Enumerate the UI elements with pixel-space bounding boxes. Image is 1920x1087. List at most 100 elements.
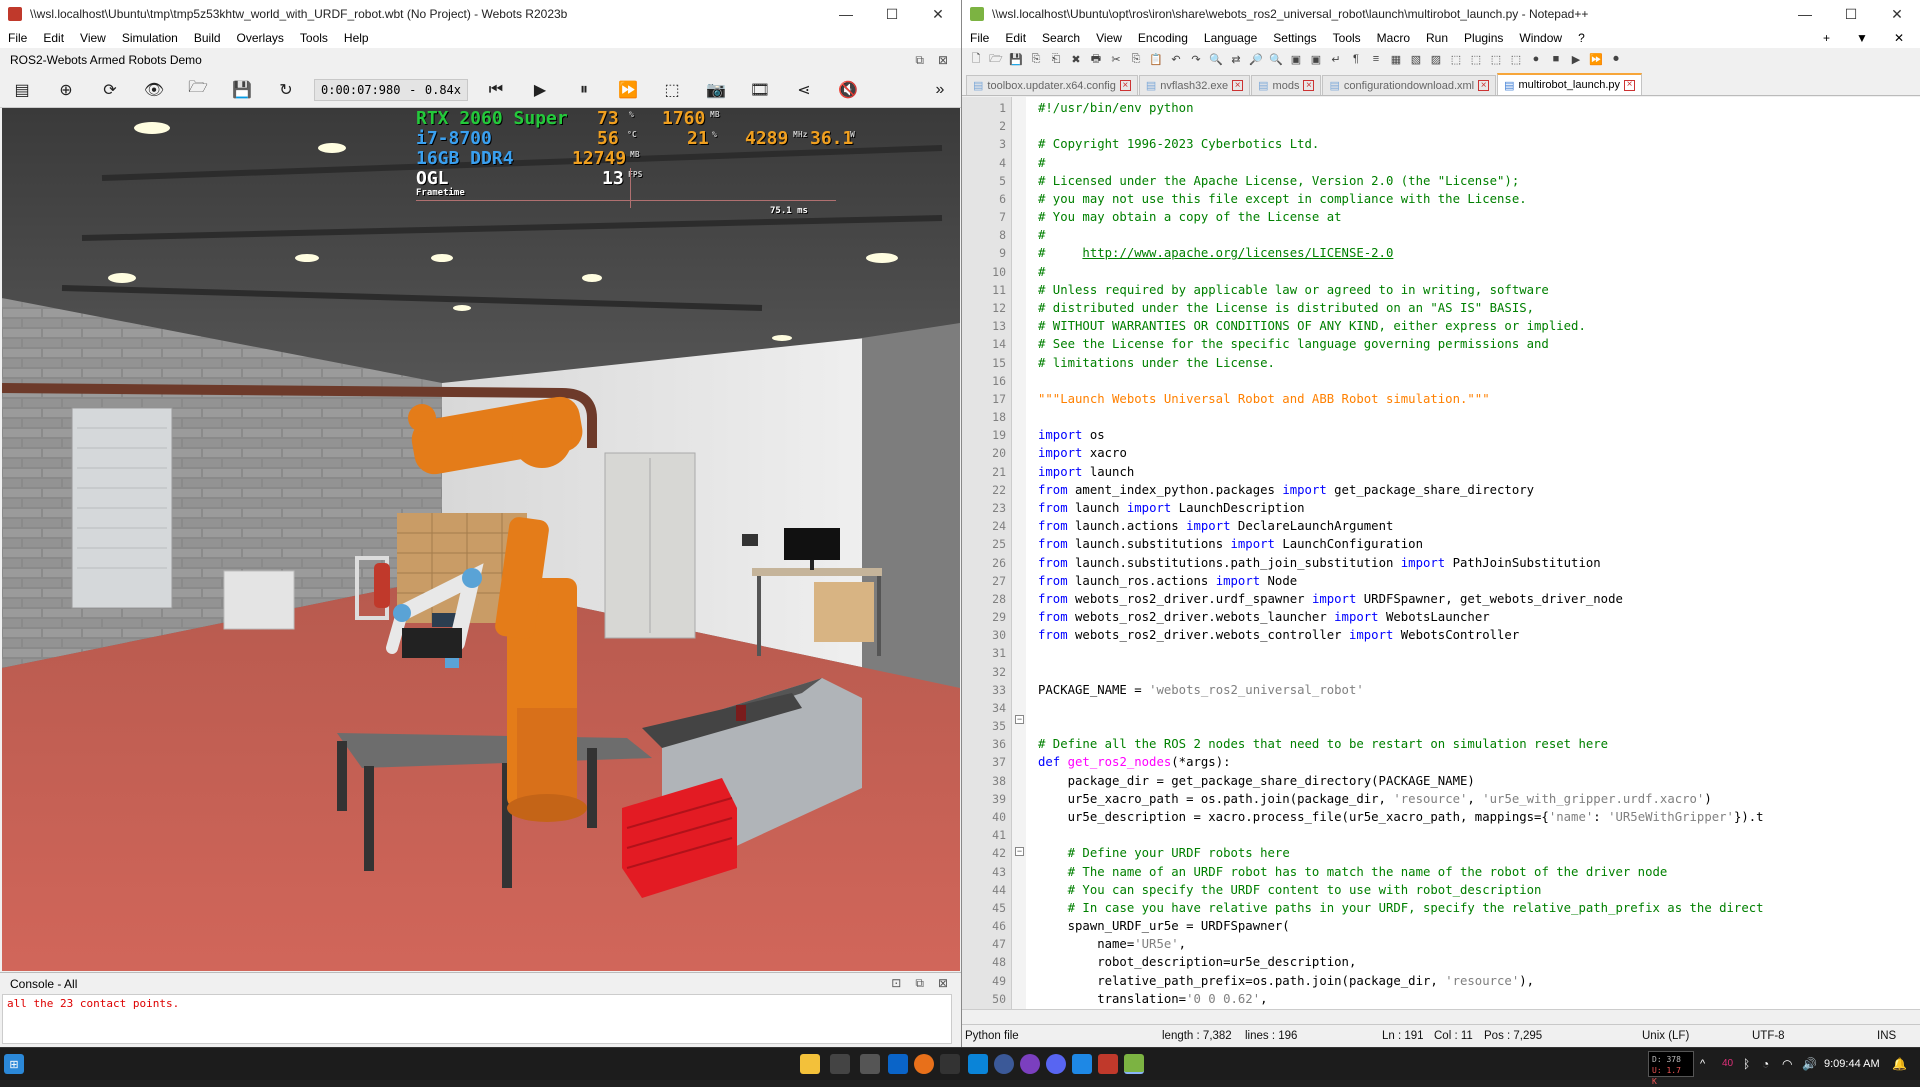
npp-menu-run[interactable]: Run xyxy=(1418,31,1456,45)
webots-menu-view[interactable]: View xyxy=(72,31,114,45)
npp-toolbar-icon[interactable]: 🔍 xyxy=(1268,51,1284,67)
notification-bell-icon[interactable]: 🔔 xyxy=(1892,1057,1907,1071)
console-output[interactable]: all the 23 contact points. xyxy=(2,994,952,1044)
npp-menu-tools[interactable]: Tools xyxy=(1325,31,1369,45)
webots-menu-build[interactable]: Build xyxy=(186,31,229,45)
npp-toolbar-icon[interactable]: ⏺ xyxy=(1608,51,1624,67)
npp-menu-plugins[interactable]: Plugins xyxy=(1456,31,1511,45)
close-panel-icon[interactable]: ⊠ xyxy=(938,53,948,68)
horizontal-scrollbar[interactable] xyxy=(962,1009,1920,1023)
npp-toolbar-icon[interactable]: 🔍 xyxy=(1208,51,1224,67)
maximize-icon[interactable]: ☐ xyxy=(869,0,915,28)
tab-close-icon[interactable]: × xyxy=(1303,80,1315,91)
file-explorer-icon[interactable] xyxy=(800,1054,820,1074)
tab-configurationdownload-xml[interactable]: ▤ configurationdownload.xml × xyxy=(1322,75,1497,95)
console-close-icon[interactable]: ⊠ xyxy=(938,976,948,991)
start-icon[interactable]: ⊞ xyxy=(4,1054,24,1074)
webots-menu-help[interactable]: Help xyxy=(336,31,377,45)
reset-simulation-icon[interactable]: ↻ xyxy=(274,78,298,102)
tab-multirobot-launch-py[interactable]: ▤ multirobot_launch.py × xyxy=(1497,73,1643,95)
npp-menu-right-control[interactable]: + xyxy=(1815,31,1838,45)
npp-toolbar-icon[interactable]: ■ xyxy=(1548,51,1564,67)
outlook-icon[interactable] xyxy=(968,1054,988,1074)
npp-toolbar-icon[interactable]: ⇄ xyxy=(1228,51,1244,67)
npp-toolbar-icon[interactable]: ⏩ xyxy=(1588,51,1604,67)
scene-tree-toggle-icon[interactable]: ▤ xyxy=(10,78,34,102)
npp-menu--[interactable]: ? xyxy=(1570,31,1593,45)
close-icon[interactable]: ✕ xyxy=(1874,0,1920,28)
view-eye-icon[interactable]: 👁 xyxy=(142,78,166,102)
webots-menu-file[interactable]: File xyxy=(0,31,35,45)
fold-toggle-icon[interactable]: − xyxy=(1015,847,1024,856)
npp-toolbar-icon[interactable]: 🗋 xyxy=(968,51,984,67)
tab-close-icon[interactable]: × xyxy=(1232,80,1244,91)
twitch-icon[interactable] xyxy=(1020,1054,1040,1074)
minimize-icon[interactable]: — xyxy=(1782,0,1828,28)
tab-mods[interactable]: ▤ mods × xyxy=(1251,75,1322,95)
npp-toolbar-icon[interactable]: ⬚ xyxy=(1488,51,1504,67)
mail-icon[interactable] xyxy=(888,1054,908,1074)
render-toggle-icon[interactable]: ⬚ xyxy=(660,78,684,102)
webots-menu-simulation[interactable]: Simulation xyxy=(114,31,186,45)
tab-toolbox-updater-x64-config[interactable]: ▤ toolbox.updater.x64.config × xyxy=(966,75,1138,95)
screenshot-icon[interactable]: 📷 xyxy=(704,78,728,102)
notepadpp-taskbar-icon[interactable] xyxy=(1124,1054,1144,1074)
npp-toolbar-icon[interactable]: ↷ xyxy=(1188,51,1204,67)
taskbar-clock[interactable]: 9:09:44 AM xyxy=(1824,1058,1880,1070)
fast-forward-icon[interactable]: ⏩ xyxy=(616,78,640,102)
npp-menu-macro[interactable]: Macro xyxy=(1369,31,1418,45)
npp-toolbar-icon[interactable]: ▦ xyxy=(1388,51,1404,67)
record-movie-icon[interactable]: 🎞 xyxy=(748,78,772,102)
npp-toolbar-icon[interactable]: 📋 xyxy=(1148,51,1164,67)
npp-toolbar-icon[interactable]: ↶ xyxy=(1168,51,1184,67)
pause-icon[interactable]: ⏸ xyxy=(572,78,596,102)
npp-toolbar-icon[interactable]: ↵ xyxy=(1328,51,1344,67)
fold-toggle-icon[interactable]: − xyxy=(1015,715,1024,724)
webots-taskbar-icon[interactable] xyxy=(1098,1054,1118,1074)
npp-toolbar-icon[interactable]: 💾 xyxy=(1008,51,1024,67)
npp-toolbar-icon[interactable]: ▨ xyxy=(1428,51,1444,67)
save-world-icon[interactable]: 💾 xyxy=(230,78,254,102)
play-icon[interactable]: ▶ xyxy=(528,78,552,102)
app-icon[interactable] xyxy=(860,1054,880,1074)
app-icon-2[interactable] xyxy=(994,1054,1014,1074)
tab-close-icon[interactable]: × xyxy=(1119,80,1131,91)
step-back-icon[interactable]: ⏮ xyxy=(484,78,508,102)
add-node-icon[interactable]: ⊕ xyxy=(54,78,78,102)
toolbar-overflow-icon[interactable]: » xyxy=(928,78,952,102)
phone-link-icon[interactable] xyxy=(1072,1054,1092,1074)
npp-menu-right-control[interactable]: ✕ xyxy=(1886,31,1912,45)
discord-icon[interactable] xyxy=(1046,1054,1066,1074)
npp-toolbar-icon[interactable]: ▣ xyxy=(1288,51,1304,67)
npp-titlebar[interactable]: \\wsl.localhost\Ubuntu\opt\ros\iron\shar… xyxy=(962,0,1920,28)
tab-nvflash32-exe[interactable]: ▤ nvflash32.exe × xyxy=(1138,75,1251,95)
npp-menu-right-control[interactable]: ▼ xyxy=(1848,31,1876,45)
npp-toolbar-icon[interactable]: ▶ xyxy=(1568,51,1584,67)
webots-menu-tools[interactable]: Tools xyxy=(292,31,336,45)
npp-toolbar-icon[interactable]: ✖ xyxy=(1068,51,1084,67)
npp-toolbar-icon[interactable]: ⎗ xyxy=(1048,51,1064,67)
npp-menu-view[interactable]: View xyxy=(1088,31,1130,45)
firefox-icon[interactable] xyxy=(914,1054,934,1074)
minimize-icon[interactable]: — xyxy=(823,0,869,28)
npp-toolbar-icon[interactable]: ● xyxy=(1528,51,1544,67)
npp-toolbar-icon[interactable]: ¶ xyxy=(1348,51,1364,67)
snipping-tool-icon[interactable] xyxy=(830,1054,850,1074)
npp-toolbar-icon[interactable]: 🔎 xyxy=(1248,51,1264,67)
tab-close-icon[interactable]: × xyxy=(1478,80,1490,91)
npp-menu-language[interactable]: Language xyxy=(1196,31,1265,45)
maximize-icon[interactable]: ☐ xyxy=(1828,0,1874,28)
npp-toolbar-icon[interactable]: ⬚ xyxy=(1448,51,1464,67)
npp-menu-edit[interactable]: Edit xyxy=(997,31,1034,45)
webots-titlebar[interactable]: \\wsl.localhost\Ubuntu\tmp\tmp5z53khtw_w… xyxy=(0,0,961,28)
npp-toolbar-icon[interactable]: ▧ xyxy=(1408,51,1424,67)
bluetooth-icon[interactable]: ᛒ xyxy=(1743,1057,1750,1071)
npp-menu-search[interactable]: Search xyxy=(1034,31,1088,45)
tab-close-icon[interactable]: × xyxy=(1624,79,1636,91)
console-float-icon[interactable]: ⧉ xyxy=(915,976,924,991)
code-editor[interactable]: 1 2 3 4 5 6 7 8 9 10 11 12 13 14 15 16 17 18 19 20 21 22 23 24 2… xyxy=(962,97,1920,1009)
webots-menu-overlays[interactable]: Overlays xyxy=(229,31,292,45)
npp-toolbar-icon[interactable]: ✂ xyxy=(1108,51,1124,67)
npp-toolbar-icon[interactable]: ≡ xyxy=(1368,51,1384,67)
npp-toolbar-icon[interactable]: ⎘ xyxy=(1128,51,1144,67)
